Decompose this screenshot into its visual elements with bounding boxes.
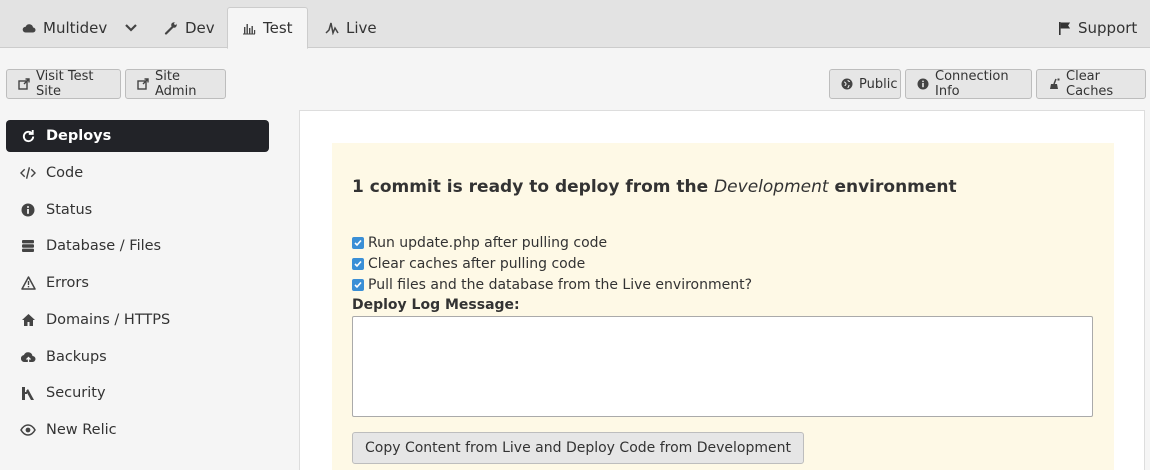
chevron-down-icon[interactable]: [124, 21, 138, 35]
sidebar-nav: Deploys Code Status Database / Files Err…: [0, 110, 290, 470]
sidebar-item-database-files[interactable]: Database / Files: [6, 230, 269, 262]
visit-test-site-button[interactable]: Visit Test Site: [6, 69, 121, 99]
sidebar-item-label: New Relic: [46, 422, 117, 438]
globe-icon: [841, 78, 853, 90]
sidebar-item-new-relic[interactable]: New Relic: [6, 414, 269, 446]
clear-caches-label: Clear Caches: [1066, 69, 1114, 99]
public-button[interactable]: Public: [829, 69, 901, 99]
site-admin-button[interactable]: Site Admin: [125, 69, 226, 99]
info-icon: [917, 78, 929, 90]
bar-chart-icon: [242, 21, 256, 35]
option-clear-caches[interactable]: Clear caches after pulling code: [352, 256, 585, 272]
key-icon: [20, 385, 36, 401]
support-link[interactable]: Support: [1043, 7, 1150, 48]
checkbox-checked-icon[interactable]: [352, 279, 364, 291]
sidebar-item-label: Database / Files: [46, 238, 162, 254]
broom-icon: [1048, 78, 1060, 90]
sidebar-item-label: Errors: [46, 275, 89, 291]
external-link-icon: [18, 78, 30, 90]
option-label: Clear caches after pulling code: [368, 256, 586, 272]
public-label: Public: [859, 76, 898, 92]
option-pull-files-db[interactable]: Pull files and the database from the Liv…: [352, 277, 752, 293]
database-icon: [20, 238, 36, 254]
headline-prefix: 1 commit is ready to deploy from the: [352, 177, 715, 197]
deploy-headline: 1 commit is ready to deploy from the Dev…: [352, 177, 957, 197]
headline-environment: Development: [714, 177, 829, 197]
deploy-log-label: Deploy Log Message:: [352, 297, 520, 313]
sidebar-item-errors[interactable]: Errors: [6, 267, 269, 299]
headline-suffix: environment: [828, 177, 957, 197]
main-panel: 1 commit is ready to deploy from the Dev…: [299, 110, 1145, 470]
sidebar-item-code[interactable]: Code: [6, 157, 269, 189]
eye-icon: [20, 422, 36, 438]
sidebar-item-backups[interactable]: Backups: [6, 341, 269, 373]
sidebar-item-label: Code: [46, 165, 84, 181]
sidebar-item-deploys[interactable]: Deploys: [6, 120, 269, 152]
sidebar-item-status[interactable]: Status: [6, 194, 269, 226]
clear-caches-button[interactable]: Clear Caches: [1036, 69, 1146, 99]
tab-live-label: Live: [346, 18, 377, 37]
flag-icon: [1057, 21, 1071, 35]
option-run-update[interactable]: Run update.php after pulling code: [352, 235, 607, 251]
deploy-callout: 1 commit is ready to deploy from the Dev…: [332, 143, 1114, 470]
code-icon: [20, 165, 36, 181]
refresh-icon: [20, 128, 36, 144]
sidebar-item-label: Deploys: [46, 128, 112, 144]
tab-test[interactable]: Test: [227, 7, 308, 49]
deploy-log-textarea[interactable]: [352, 316, 1093, 417]
sidebar-item-label: Status: [46, 202, 93, 218]
tab-dev-label: Dev: [185, 18, 215, 37]
sidebar-item-security[interactable]: Security: [6, 377, 269, 409]
sidebar-item-domains-https[interactable]: Domains / HTTPS: [6, 304, 269, 336]
site-admin-label: Site Admin: [155, 69, 197, 99]
connection-info-label: Connection Info: [935, 69, 1009, 99]
checkbox-checked-icon[interactable]: [352, 237, 364, 249]
sidebar-item-label: Security: [46, 385, 106, 401]
deploy-button[interactable]: Copy Content from Live and Deploy Code f…: [352, 432, 804, 464]
tab-live[interactable]: Live: [311, 7, 391, 48]
info-icon: [20, 202, 36, 218]
sidebar-item-label: Domains / HTTPS: [46, 312, 171, 328]
connection-info-button[interactable]: Connection Info: [905, 69, 1032, 99]
cloud-upload-icon: [20, 349, 36, 365]
option-label: Run update.php after pulling code: [368, 235, 608, 251]
option-label: Pull files and the database from the Liv…: [368, 277, 753, 293]
visit-test-site-label: Visit Test Site: [36, 69, 94, 99]
cloud-icon: [22, 21, 36, 35]
tab-multidev-label: Multidev: [43, 18, 108, 37]
support-label: Support: [1078, 18, 1138, 37]
environment-tab-bar: Multidev Dev Test Live Support: [0, 0, 1150, 49]
pulse-icon: [325, 21, 339, 35]
home-icon: [20, 312, 36, 328]
tab-test-label: Test: [263, 19, 293, 37]
sidebar-item-label: Backups: [46, 349, 107, 365]
warning-icon: [20, 275, 36, 291]
wrench-icon: [164, 21, 178, 35]
checkbox-checked-icon[interactable]: [352, 258, 364, 270]
external-link-icon: [137, 78, 149, 90]
tab-multidev[interactable]: Multidev: [8, 7, 152, 48]
tab-dev[interactable]: Dev: [150, 7, 229, 48]
